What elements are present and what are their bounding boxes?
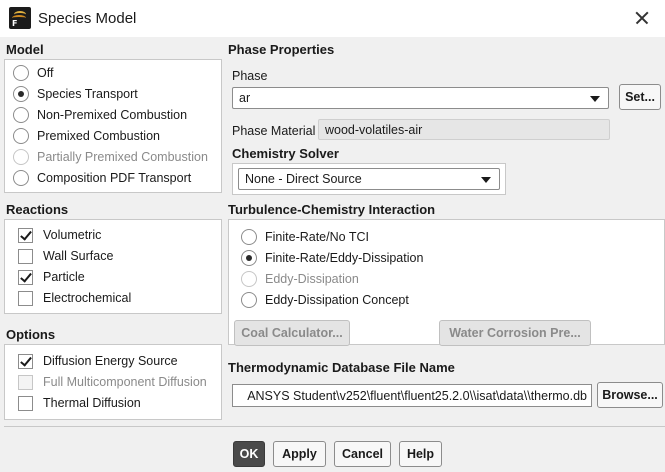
- footer-divider: [4, 426, 665, 427]
- radio-icon: [13, 65, 29, 81]
- reaction-particle[interactable]: Particle: [18, 268, 85, 286]
- chemistry-solver-title: Chemistry Solver: [232, 146, 339, 161]
- option-thermal-diffusion[interactable]: Thermal Diffusion: [18, 394, 141, 412]
- tci-option-eddy-dissipation: Eddy-Dissipation: [241, 270, 359, 288]
- reaction-label: Particle: [43, 270, 85, 284]
- chemistry-solver-group: None - Direct Source: [232, 163, 506, 195]
- checkbox-icon: [18, 374, 33, 390]
- model-option-label: Premixed Combustion: [37, 129, 160, 143]
- radio-icon: [13, 128, 29, 144]
- checkbox-icon: [18, 290, 33, 306]
- tci-group: Finite-Rate/No TCI Finite-Rate/Eddy-Diss…: [228, 219, 665, 346]
- reaction-wall-surface[interactable]: Wall Surface: [18, 247, 113, 265]
- apply-button[interactable]: Apply: [273, 441, 326, 467]
- phase-label: Phase: [232, 69, 268, 83]
- model-option-species-transport[interactable]: Species Transport: [13, 85, 138, 103]
- reaction-volumetric[interactable]: Volumetric: [18, 226, 101, 244]
- chemistry-solver-value: None - Direct Source: [245, 172, 362, 186]
- help-button[interactable]: Help: [399, 441, 442, 467]
- checkbox-icon: [18, 395, 33, 411]
- checkbox-icon: [18, 248, 33, 264]
- radio-icon: [241, 292, 257, 308]
- tci-option-eddy-dissipation-concept[interactable]: Eddy-Dissipation Concept: [241, 291, 409, 309]
- ok-button[interactable]: OK: [233, 441, 265, 467]
- model-option-off[interactable]: Off: [13, 64, 53, 82]
- chevron-down-icon: [481, 177, 491, 183]
- water-corrosion-button[interactable]: Water Corrosion Pre...: [439, 320, 591, 346]
- model-option-composition-pdf[interactable]: Composition PDF Transport: [13, 169, 191, 187]
- reaction-electrochemical[interactable]: Electrochemical: [18, 289, 131, 307]
- radio-icon: [241, 271, 257, 287]
- model-option-label: Non-Premixed Combustion: [37, 108, 188, 122]
- model-section-title: Model: [6, 42, 44, 57]
- browse-button[interactable]: Browse...: [597, 382, 663, 408]
- reactions-section-title: Reactions: [6, 202, 69, 217]
- close-icon[interactable]: [627, 4, 657, 32]
- option-full-multicomponent-diffusion: Full Multicomponent Diffusion: [18, 373, 207, 391]
- phase-dropdown-value: ar: [239, 91, 251, 105]
- fluent-app-icon: F: [9, 7, 31, 29]
- model-option-partially-premixed: Partially Premixed Combustion: [13, 148, 208, 166]
- options-group: Diffusion Energy Source Full Multicompon…: [4, 344, 222, 420]
- window-title: Species Model: [38, 10, 137, 27]
- checkbox-checked-icon: [18, 353, 33, 369]
- option-label: Thermal Diffusion: [43, 396, 141, 410]
- tci-option-label: Eddy-Dissipation Concept: [265, 293, 409, 307]
- tci-option-finite-rate-no-tci[interactable]: Finite-Rate/No TCI: [241, 228, 369, 246]
- tci-option-label: Finite-Rate/No TCI: [265, 230, 369, 244]
- option-diffusion-energy-source[interactable]: Diffusion Energy Source: [18, 352, 178, 370]
- tci-option-label: Finite-Rate/Eddy-Dissipation: [265, 251, 424, 265]
- reaction-label: Wall Surface: [43, 249, 114, 263]
- phase-dropdown[interactable]: ar: [232, 87, 609, 109]
- reaction-label: Volumetric: [43, 228, 102, 242]
- model-option-label: Composition PDF Transport: [37, 171, 192, 185]
- option-label: Full Multicomponent Diffusion: [43, 375, 207, 389]
- reactions-group: Volumetric Wall Surface Particle Electro…: [4, 219, 222, 314]
- checkbox-checked-icon: [18, 269, 33, 285]
- model-option-label: Species Transport: [37, 87, 138, 101]
- radio-icon: [13, 170, 29, 186]
- phase-material-label: Phase Material: [232, 124, 316, 138]
- chemistry-solver-dropdown[interactable]: None - Direct Source: [238, 168, 500, 190]
- model-option-label: Off: [37, 66, 54, 80]
- phase-properties-title: Phase Properties: [228, 42, 335, 57]
- phase-material-field: wood-volatiles-air: [318, 119, 610, 140]
- tci-option-finite-rate-eddy-dissipation[interactable]: Finite-Rate/Eddy-Dissipation: [241, 249, 423, 267]
- tci-section-title: Turbulence-Chemistry Interaction: [228, 202, 436, 217]
- radio-selected-icon: [241, 250, 257, 266]
- radio-icon: [13, 107, 29, 123]
- cancel-button[interactable]: Cancel: [334, 441, 391, 467]
- thermo-section-title: Thermodynamic Database File Name: [228, 360, 455, 375]
- radio-icon: [13, 149, 29, 165]
- checkbox-checked-icon: [18, 227, 33, 243]
- reaction-label: Electrochemical: [43, 291, 132, 305]
- radio-selected-icon: [13, 86, 29, 102]
- phase-material-value: wood-volatiles-air: [325, 122, 423, 137]
- model-option-premixed[interactable]: Premixed Combustion: [13, 127, 160, 145]
- set-button[interactable]: Set...: [619, 84, 661, 110]
- title-bar: F Species Model: [0, 0, 665, 37]
- options-section-title: Options: [6, 327, 56, 342]
- model-group: Off Species Transport Non-Premixed Combu…: [4, 59, 222, 193]
- thermo-file-path-input[interactable]: ANSYS Student\v252\fluent\fluent25.2.0\\…: [232, 384, 592, 407]
- app-icon-letter: F: [12, 19, 18, 28]
- tci-option-label: Eddy-Dissipation: [265, 272, 359, 286]
- coal-calculator-button[interactable]: Coal Calculator...: [234, 320, 350, 346]
- model-option-non-premixed[interactable]: Non-Premixed Combustion: [13, 106, 187, 124]
- chevron-down-icon: [590, 96, 600, 102]
- option-label: Diffusion Energy Source: [43, 354, 178, 368]
- radio-icon: [241, 229, 257, 245]
- thermo-file-path-value: ANSYS Student\v252\fluent\fluent25.2.0\\…: [247, 388, 587, 403]
- model-option-label: Partially Premixed Combustion: [37, 150, 208, 164]
